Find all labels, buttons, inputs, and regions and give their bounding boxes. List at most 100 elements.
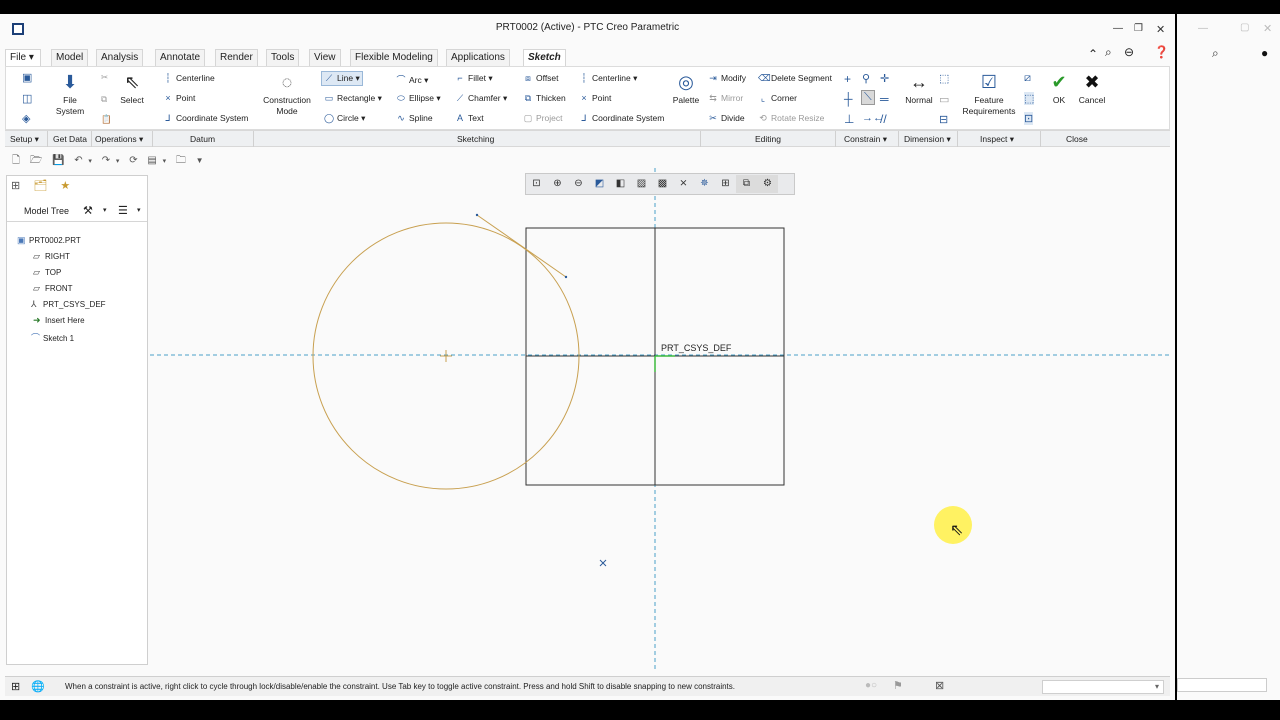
zoom-out-icon[interactable]: ⊖ — [568, 175, 589, 193]
tree-item-sketch[interactable]: ⌒ Sketch 1 — [31, 331, 74, 344]
mirror-button[interactable]: ⇆ Mirror — [708, 93, 743, 104]
operations-group[interactable]: Operations ▾ — [95, 134, 143, 145]
rectangle-button[interactable]: ▭ Rectangle ▾ — [324, 93, 382, 104]
thicken-button[interactable]: ⧉ Thicken — [523, 93, 566, 104]
community-icon[interactable]: ⊖ — [1124, 45, 1134, 59]
show-icon[interactable]: ☰ — [118, 204, 128, 217]
equal-constraint-icon[interactable]: ═ — [880, 92, 889, 106]
maximize-icon[interactable]: ▢ — [1240, 22, 1249, 33]
tree-item-part[interactable]: ▣ PRT0002.PRT — [17, 235, 81, 246]
inspect-group[interactable]: Inspect ▾ — [980, 134, 1014, 145]
fillet-button[interactable]: ⌐ Fillet ▾ — [455, 73, 492, 84]
coincident-constraint-icon[interactable]: ⟍ — [861, 90, 875, 105]
perpendicular-constraint-icon[interactable]: ⊥ — [844, 112, 854, 126]
paste-icon[interactable]: 📋 — [101, 114, 112, 125]
palette-button[interactable]: ◎ Palette — [668, 71, 704, 106]
vertical-constraint-icon[interactable]: + — [844, 72, 851, 86]
minimize-icon[interactable]: — — [1113, 23, 1123, 34]
ok-button[interactable]: ✔ OK — [1046, 71, 1072, 106]
repaint-icon[interactable]: ◩ — [589, 175, 610, 193]
text-button[interactable]: A Text — [455, 113, 484, 123]
reference-icon[interactable]: ◫ — [22, 92, 32, 105]
tab-applications[interactable]: Applications — [446, 49, 510, 66]
circle-button[interactable]: ◯ Circle ▾ — [324, 113, 365, 124]
sketch-coordinate-system-button[interactable]: ⅃ Coordinate System — [579, 113, 664, 124]
flag-icon[interactable]: ⚑ — [893, 679, 903, 692]
model-tree-tab-icon[interactable]: ⊞ — [11, 180, 20, 192]
undo-dropdown-icon[interactable]: ▾ — [88, 158, 92, 165]
view-manager-icon[interactable]: ▩ — [652, 175, 673, 193]
construction-mode-button[interactable]: ◌ Construction Mode — [259, 71, 315, 117]
normal-dimension-button[interactable]: ↔ Normal — [903, 71, 935, 106]
reference-dimension-icon[interactable]: ⊟ — [939, 113, 948, 126]
offset-button[interactable]: ⧈ Offset — [523, 73, 558, 84]
datum-centerline-button[interactable]: ┆ Centerline — [163, 73, 214, 84]
spline-button[interactable]: ∿ Spline — [396, 113, 432, 124]
close-icon[interactable]: ✕ — [1156, 23, 1165, 36]
setup-sketch-icon[interactable]: ▣ — [22, 71, 32, 84]
cut-icon[interactable]: ✂ — [101, 72, 108, 83]
chamfer-button[interactable]: ⟋ Chamfer ▾ — [455, 93, 507, 104]
annotation-display-icon[interactable]: ✵ — [694, 175, 715, 193]
search-icon[interactable]: ⌕ — [1105, 45, 1112, 60]
parallel-constraint-icon[interactable]: // — [880, 112, 887, 126]
regenerate-icon[interactable]: ⟳ — [129, 155, 137, 166]
saved-orientations-icon[interactable]: ▨ — [631, 175, 652, 193]
ellipse-button[interactable]: ⬭ Ellipse ▾ — [396, 93, 441, 104]
display-style-icon[interactable]: ◧ — [610, 175, 631, 193]
copy-icon[interactable]: ⧉ — [101, 94, 107, 105]
datum-display-icon[interactable]: ⨯ — [673, 175, 694, 193]
undo-icon[interactable]: ↶ — [74, 155, 82, 166]
tab-flexible-modeling[interactable]: Flexible Modeling — [350, 49, 438, 66]
constrain-group[interactable]: Constrain ▾ — [844, 134, 887, 145]
sketch-line[interactable] — [476, 214, 567, 278]
highlight-open-ends-icon[interactable]: ⊡ — [1024, 112, 1034, 125]
restore-icon[interactable]: ❐ — [1134, 23, 1143, 34]
horizontal-constraint-icon[interactable]: ┼ — [844, 92, 853, 106]
search-icon[interactable]: ⌕ — [1212, 46, 1219, 61]
dimension-group[interactable]: Dimension ▾ — [904, 134, 951, 145]
save-icon[interactable]: 💾 — [52, 155, 64, 166]
collapse-ribbon-icon[interactable]: ⌃ — [1088, 47, 1098, 61]
spin-center-icon[interactable]: ⊞ — [715, 175, 736, 193]
help-icon[interactable]: ● — [1261, 46, 1268, 60]
tab-tools[interactable]: Tools — [266, 49, 300, 66]
tree-item-right[interactable]: ▱ RIGHT — [33, 251, 70, 262]
tab-render[interactable]: Render — [215, 49, 258, 66]
arc-button[interactable]: ⌒ Arc ▾ — [396, 73, 428, 86]
selection-filter-dropdown[interactable]: ▾ — [1042, 680, 1164, 694]
redo-dropdown-icon[interactable]: ▾ — [116, 158, 120, 165]
baseline-dimension-icon[interactable]: ▭ — [939, 93, 949, 106]
sketch-point-button[interactable]: × Point — [579, 93, 611, 103]
selection-filter-icon[interactable]: ⊠ — [935, 679, 944, 692]
refit-icon[interactable]: ⊡ — [526, 175, 547, 193]
tab-annotate[interactable]: Annotate — [155, 49, 206, 66]
close-icon[interactable]: ✕ — [1263, 22, 1272, 35]
tab-sketch[interactable]: Sketch — [523, 49, 566, 66]
customize-qat-icon[interactable]: ▼ — [196, 156, 204, 165]
sketch-canvas[interactable]: PRT_CSYS_DEF — [150, 165, 1172, 670]
line-button[interactable]: ⟋ Line ▾ — [321, 71, 363, 86]
datum-coordinate-system-button[interactable]: ⅃ Coordinate System — [163, 113, 248, 124]
tab-view[interactable]: View — [309, 49, 341, 66]
setup-group[interactable]: Setup ▾ — [10, 134, 39, 145]
show-dropdown-icon[interactable]: ▾ — [137, 206, 141, 214]
get-data-group[interactable]: Get Data — [53, 134, 87, 144]
settings-dropdown-icon[interactable]: ▾ — [103, 206, 107, 214]
datum-point-button[interactable]: × Point — [163, 93, 195, 103]
toggle-browser-icon[interactable]: 🌐 — [31, 680, 45, 693]
feature-requirements-button[interactable]: ☑ Feature Requirements — [961, 71, 1017, 117]
status-dropdown[interactable] — [1177, 678, 1267, 692]
sketcher-display-filters-icon[interactable]: ⚙ — [757, 175, 778, 193]
tangent-constraint-icon[interactable]: ⚲ — [862, 72, 870, 85]
cancel-button[interactable]: ✖ Cancel — [1076, 71, 1108, 106]
midpoint-constraint-icon[interactable]: ✛ — [880, 72, 889, 85]
redo-icon[interactable]: ↷ — [102, 155, 110, 166]
rotate-resize-button[interactable]: ⟲ Rotate Resize — [758, 113, 824, 124]
select-button[interactable]: ⇖ Select — [116, 71, 148, 106]
folder-browser-icon[interactable]: 🗂 — [33, 180, 47, 192]
corner-button[interactable]: ⌞ Corner — [758, 93, 797, 104]
perimeter-dimension-icon[interactable]: ⬚ — [939, 72, 949, 85]
toggle-navigator-icon[interactable]: ⊞ — [11, 680, 20, 693]
sketch-centerline-button[interactable]: ┆ Centerline ▾ — [579, 73, 637, 84]
